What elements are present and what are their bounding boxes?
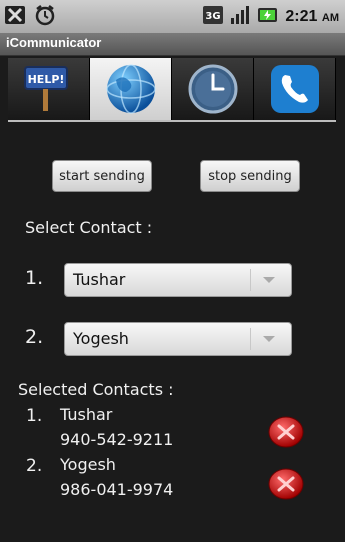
selected-contacts-heading: Selected Contacts : xyxy=(18,380,174,399)
contact-1-spinner[interactable]: Tushar xyxy=(64,263,292,297)
contact-2-spinner[interactable]: Yogesh xyxy=(64,322,292,356)
contact-1-number: 1. xyxy=(25,267,44,289)
start-sending-button[interactable]: start sending xyxy=(52,160,152,192)
svg-text:3G: 3G xyxy=(206,11,221,22)
tab-help[interactable]: HELP! xyxy=(8,58,90,120)
contact-2-spinner-value: Yogesh xyxy=(73,329,129,348)
remove-contact-1-button[interactable] xyxy=(268,416,304,448)
spinner-divider xyxy=(250,269,251,291)
app-title: iCommunicator xyxy=(6,35,102,50)
spinner-divider xyxy=(250,328,251,350)
battery-charging-icon xyxy=(256,4,280,30)
chevron-down-icon xyxy=(263,336,275,342)
selected-1-name: Tushar xyxy=(60,405,113,424)
select-contact-heading: Select Contact : xyxy=(25,218,153,237)
contact-1-spinner-value: Tushar xyxy=(73,270,126,289)
tab-globe[interactable] xyxy=(90,58,172,120)
remove-contact-2-button[interactable] xyxy=(268,468,304,500)
selected-2-phone: 986-041-9974 xyxy=(60,480,174,499)
delete-x-icon xyxy=(268,468,304,500)
chevron-down-icon xyxy=(263,277,275,283)
notification-x-icon xyxy=(4,4,26,26)
alarm-clock-icon xyxy=(34,4,56,26)
help-sign-label: HELP! xyxy=(27,73,64,86)
time-ampm: AM xyxy=(321,12,339,24)
tab-clock[interactable] xyxy=(172,58,254,120)
help-sign-icon: HELP! xyxy=(23,66,68,111)
globe-icon xyxy=(105,64,156,114)
selected-1-number: 1. xyxy=(26,406,43,426)
delete-x-icon xyxy=(268,416,304,448)
tab-bar: HELP! xyxy=(8,58,336,120)
tab-phone[interactable] xyxy=(254,58,336,120)
selected-2-name: Yogesh xyxy=(60,455,116,474)
time-value: 2:21 xyxy=(285,8,318,25)
clock-icon xyxy=(188,64,237,114)
status-time: 2:21 AM xyxy=(285,8,339,26)
phone-icon xyxy=(270,65,319,113)
signal-strength-icon xyxy=(229,4,251,30)
contact-2-number: 2. xyxy=(25,326,44,348)
3g-network-icon: 3G xyxy=(202,4,224,30)
stop-sending-button[interactable]: stop sending xyxy=(200,160,300,192)
tab-underline xyxy=(8,120,336,122)
status-bar: 3G 2:21 AM xyxy=(0,0,345,33)
selected-1-phone: 940-542-9211 xyxy=(60,430,174,449)
app-title-bar: iCommunicator xyxy=(0,33,345,56)
selected-2-number: 2. xyxy=(26,456,43,476)
